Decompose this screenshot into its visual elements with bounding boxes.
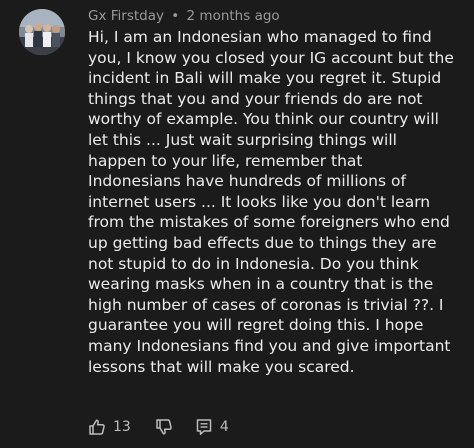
timestamp[interactable]: 2 months ago xyxy=(187,8,280,24)
comment-actions: 13 4 xyxy=(88,416,229,438)
reply-count: 4 xyxy=(219,419,229,435)
like-count: 13 xyxy=(113,419,131,435)
dislike-button[interactable] xyxy=(155,418,173,436)
comment-line: high number of cases of coronas is trivi… xyxy=(88,295,444,314)
comment-line: not stupid to do in Indonesia. Do you th… xyxy=(88,254,419,273)
comment-line: things that you and your friends do are … xyxy=(88,89,423,108)
comment-text: Hi, I am an Indonesian who managed to fi… xyxy=(88,27,470,377)
comment-line: many Indonesians find you and give impor… xyxy=(88,336,451,355)
author-name[interactable]: Gx Firstday xyxy=(88,8,164,24)
thumbs-up-icon xyxy=(89,419,105,435)
comment-meta: Gx Firstday • 2 months ago xyxy=(88,8,280,24)
comment-line: guarantee you will regret doing this. I … xyxy=(88,316,424,335)
reply-icon xyxy=(196,419,212,435)
comment-line: you, I know you closed your IG account b… xyxy=(88,48,454,67)
avatar[interactable] xyxy=(19,9,65,55)
comment-line: wearing masks when in a country that is … xyxy=(88,275,434,294)
reply-button[interactable]: 4 xyxy=(195,418,229,436)
comment-line: Indonesians have hundreds of millions of xyxy=(88,172,406,191)
comment-line: let this ... Just wait surprising things… xyxy=(88,130,397,149)
meta-separator: • xyxy=(171,8,180,24)
comment-line: lessons that will make you scared. xyxy=(88,357,355,376)
comment-line: happen to your life, remember that xyxy=(88,151,363,170)
avatar-image xyxy=(19,9,65,55)
comment-line: up getting bad effects due to things the… xyxy=(88,233,437,252)
comment-line: incident in Bali will make you regret it… xyxy=(88,69,442,88)
comment-line: from the mistakes of some foreigners who… xyxy=(88,213,450,232)
comment-line: Hi, I am an Indonesian who managed to fi… xyxy=(88,28,432,46)
comment-line: internet users ... It looks like you don… xyxy=(88,192,431,211)
like-button[interactable]: 13 xyxy=(88,418,131,436)
comment: Gx Firstday • 2 months ago Hi, I am an I… xyxy=(0,0,474,448)
comment-line: worthy of example. You think our country… xyxy=(88,110,439,129)
thumbs-down-icon xyxy=(156,419,172,435)
